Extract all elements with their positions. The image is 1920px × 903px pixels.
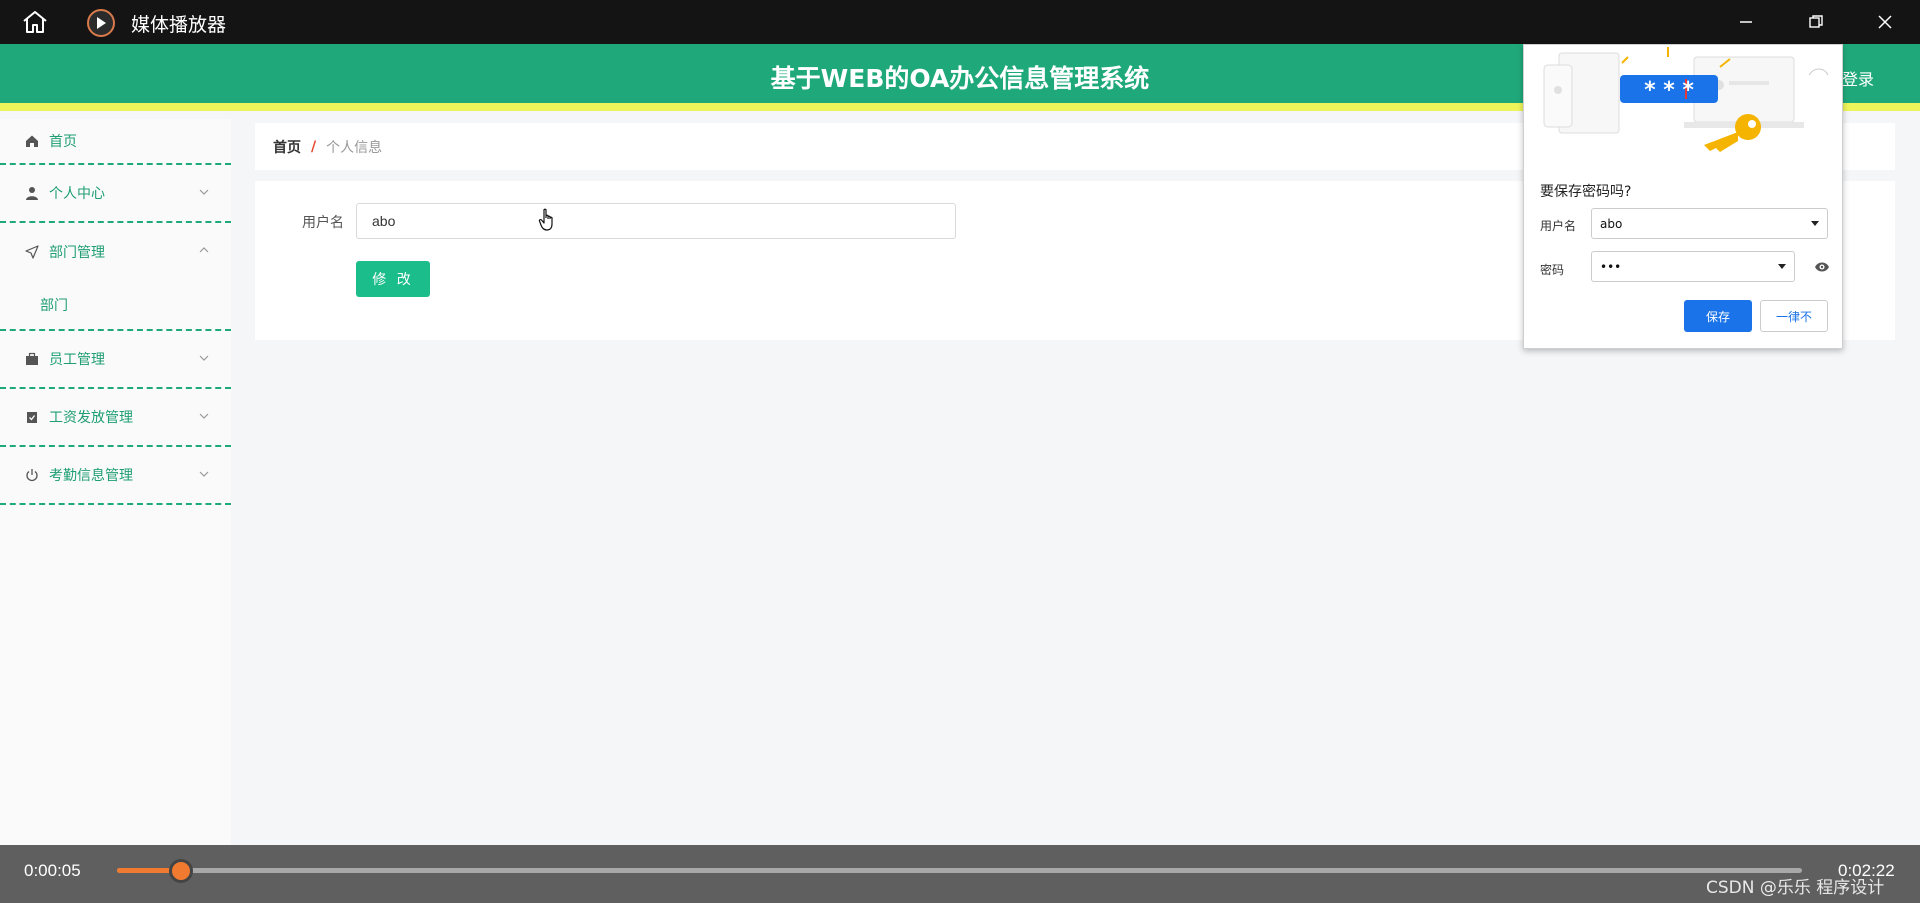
sidebar-item-salary[interactable]: 工资发放管理 bbox=[0, 389, 231, 447]
sidebar-item-personal-center[interactable]: 个人中心 bbox=[0, 165, 231, 223]
asterisks-text: * * * bbox=[1644, 78, 1694, 103]
progress-track[interactable] bbox=[117, 859, 1802, 883]
breadcrumb-home[interactable]: 首页 bbox=[273, 137, 301, 157]
save-password-question: 要保存密码吗? bbox=[1540, 184, 1632, 200]
never-save-button[interactable]: 一律不 bbox=[1760, 300, 1828, 332]
save-password-button[interactable]: 保存 bbox=[1684, 300, 1752, 332]
sidebar-item-label: 首页 bbox=[49, 134, 77, 150]
home-icon[interactable] bbox=[20, 9, 50, 35]
chevron-down-icon bbox=[199, 471, 209, 477]
restore-button[interactable] bbox=[1799, 8, 1833, 36]
current-time: 0:00:05 bbox=[24, 861, 81, 880]
briefcase-icon bbox=[24, 351, 40, 367]
media-player-app-icon bbox=[87, 9, 115, 37]
sidebar-item-department[interactable]: 部门管理 bbox=[0, 223, 231, 281]
popup-password-select[interactable]: ••• bbox=[1591, 251, 1795, 282]
watermark-text: CSDN @乐乐 程序设计 bbox=[1706, 878, 1885, 898]
asterisks-illustration-text: * * * bbox=[1644, 78, 1694, 103]
progress-knob[interactable] bbox=[169, 859, 194, 883]
username-label: 用户名 bbox=[302, 215, 344, 231]
sidebar-item-label: 部门管理 bbox=[49, 245, 105, 261]
sidebar-item-label: 员工管理 bbox=[49, 352, 105, 368]
restore-icon bbox=[1809, 15, 1823, 28]
popup-password-label: 密码 bbox=[1540, 263, 1565, 277]
sidebar-item-attendance[interactable]: 考勤信息管理 bbox=[0, 447, 231, 505]
sidebar-subitem-label: 部门 bbox=[40, 298, 68, 314]
save-password-popup: * * * 要保存密码吗? 用户名 abo 密码 ••• 保存 一律不 bbox=[1523, 44, 1843, 349]
sidebar-item-label: 考勤信息管理 bbox=[49, 468, 133, 484]
close-button[interactable] bbox=[1868, 8, 1902, 36]
window-title: 媒体播放器 bbox=[131, 14, 227, 36]
sidebar: 首页 个人中心 部门管理 部门 员工管理 工资发放管理 考勤信息管理 bbox=[0, 119, 231, 846]
window-titlebar: 媒体播放器 bbox=[0, 0, 1920, 44]
minimize-button[interactable] bbox=[1729, 8, 1763, 36]
power-icon bbox=[24, 467, 40, 483]
username-input[interactable] bbox=[356, 203, 956, 239]
clipboard-icon bbox=[24, 409, 40, 425]
chevron-down-icon bbox=[199, 355, 209, 361]
sidebar-subitem-department[interactable]: 部门 bbox=[0, 281, 231, 331]
login-link[interactable]: 登录 bbox=[1842, 66, 1874, 90]
sidebar-item-home[interactable]: 首页 bbox=[0, 119, 231, 165]
chevron-down-icon bbox=[199, 189, 209, 195]
sidebar-item-label: 个人中心 bbox=[49, 186, 105, 202]
user-icon bbox=[24, 185, 40, 201]
media-player-controls: 0:00:05 0:02:22 CSDN @乐乐 程序设计 bbox=[0, 845, 1920, 903]
popup-username-value: abo bbox=[1600, 216, 1623, 231]
breadcrumb-current: 个人信息 bbox=[326, 139, 383, 156]
eye-icon[interactable] bbox=[1814, 261, 1830, 273]
modify-button[interactable]: 修 改 bbox=[356, 261, 430, 297]
sidebar-item-employee[interactable]: 员工管理 bbox=[0, 331, 231, 389]
popup-username-label: 用户名 bbox=[1540, 219, 1577, 233]
dropdown-arrow-icon bbox=[1778, 264, 1786, 269]
breadcrumb-separator: / bbox=[311, 138, 317, 155]
sidebar-item-label: 工资发放管理 bbox=[49, 410, 133, 426]
chevron-up-icon bbox=[199, 247, 209, 253]
popup-username-select[interactable]: abo bbox=[1591, 208, 1828, 239]
dropdown-arrow-icon bbox=[1811, 221, 1819, 226]
navigation-icon bbox=[24, 244, 40, 260]
home-icon bbox=[24, 133, 40, 149]
minimize-icon bbox=[1740, 21, 1752, 23]
close-icon bbox=[1878, 15, 1892, 29]
hand-cursor-icon bbox=[538, 208, 553, 231]
popup-password-value: ••• bbox=[1600, 259, 1622, 274]
chevron-down-icon bbox=[199, 413, 209, 419]
